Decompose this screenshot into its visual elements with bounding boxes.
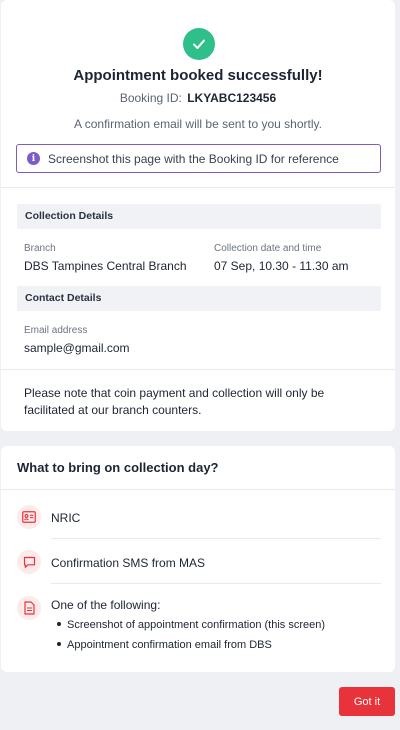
info-banner-text: Screenshot this page with the Booking ID… xyxy=(48,151,339,166)
collection-datetime-value: 07 Sep, 10.30 - 11.30 am xyxy=(214,259,349,273)
screenshot-info-banner: i Screenshot this page with the Booking … xyxy=(16,144,381,173)
divider xyxy=(51,583,381,584)
bring-sub-item: Screenshot of appointment confirmation (… xyxy=(57,619,325,631)
confirmation-card: Appointment booked successfully! Booking… xyxy=(1,0,395,431)
branch-value: DBS Tampines Central Branch xyxy=(24,259,187,273)
info-icon: i xyxy=(27,152,40,165)
bring-sub-item: Appointment confirmation email from DBS xyxy=(57,639,272,651)
email-address-value: sample@gmail.com xyxy=(24,341,130,355)
contact-details-header: Contact Details xyxy=(17,286,381,311)
chat-bubble-icon xyxy=(17,550,41,574)
success-check-icon xyxy=(183,28,215,60)
success-title: Appointment booked successfully! xyxy=(73,67,323,84)
bring-item-one-of-following: One of the following: xyxy=(51,598,161,612)
bring-sub-item-text: Appointment confirmation email from DBS xyxy=(67,639,272,651)
booking-id-label: Booking ID: xyxy=(119,91,182,105)
id-card-icon xyxy=(17,505,41,529)
bullet-dot xyxy=(57,642,61,647)
booking-id-line: Booking ID: LKYABC123456 xyxy=(1,91,395,105)
bullet-dot xyxy=(57,622,61,627)
collection-details-header: Collection Details xyxy=(17,204,381,229)
what-to-bring-card: What to bring on collection day? NRIC Co… xyxy=(1,446,395,672)
branch-label: Branch xyxy=(24,243,56,254)
coin-payment-note: Please note that coin payment and collec… xyxy=(24,386,325,417)
divider xyxy=(1,187,395,188)
what-to-bring-title: What to bring on collection day? xyxy=(17,460,219,475)
document-icon xyxy=(17,596,41,620)
divider xyxy=(51,538,381,539)
bring-sub-item-text: Screenshot of appointment confirmation (… xyxy=(67,619,326,631)
booking-id-value: LKYABC123456 xyxy=(187,91,277,105)
collection-datetime-label: Collection date and time xyxy=(214,243,322,254)
bring-item-nric: NRIC xyxy=(51,511,81,525)
got-it-button[interactable]: Got it xyxy=(339,687,395,716)
email-address-label: Email address xyxy=(24,325,88,336)
divider xyxy=(1,489,395,490)
divider xyxy=(1,369,395,370)
email-confirmation-note: A confirmation email will be sent to you… xyxy=(74,117,322,131)
bring-item-sms: Confirmation SMS from MAS xyxy=(51,556,206,570)
